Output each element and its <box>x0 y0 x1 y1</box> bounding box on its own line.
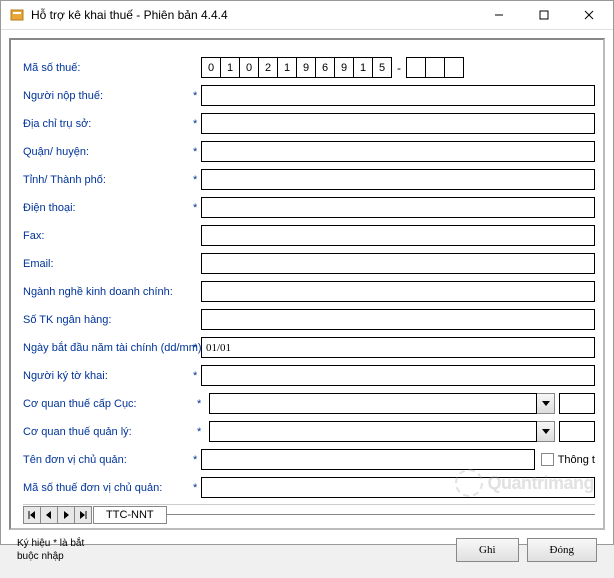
footer: Ký hiệu * là bắt buộc nhập Ghi Đóng <box>9 530 605 570</box>
phone-input[interactable] <box>201 197 595 218</box>
minimize-button[interactable] <box>476 1 521 29</box>
parenttax-label: Mã số thuế đơn vị chủ quản: <box>23 482 193 494</box>
content-area: Mã số thuế: 0 1 0 2 1 9 6 9 1 5 - <box>1 30 613 578</box>
taxpayer-input[interactable] <box>201 85 595 106</box>
tax-digit[interactable]: 1 <box>277 57 297 78</box>
phone-label: Điện thoại: <box>23 202 193 214</box>
fax-input[interactable] <box>201 225 595 246</box>
taxmgmt-combo[interactable] <box>209 421 537 442</box>
taxpayer-label: Người nộp thuế: <box>23 90 193 102</box>
tab-ttc-nnt[interactable]: TTC-NNT <box>93 506 167 524</box>
form-panel: Mã số thuế: 0 1 0 2 1 9 6 9 1 5 - <box>9 38 605 530</box>
taxmgmt-label: Cơ quan thuế quản lý: <box>23 426 193 438</box>
taxdept-label: Cơ quan thuế cấp Cục: <box>23 398 193 410</box>
signer-label: Người ký tờ khai: <box>23 370 193 382</box>
district-label: Quận/ huyện: <box>23 146 193 158</box>
business-label: Ngành nghề kinh doanh chính: <box>23 286 193 298</box>
app-icon <box>9 7 25 23</box>
fiscal-input[interactable] <box>201 337 595 358</box>
bank-label: Số TK ngân hàng: <box>23 314 193 326</box>
tax-digit[interactable]: 9 <box>334 57 354 78</box>
parent-label: Tên đơn vị chủ quản: <box>23 454 193 466</box>
tax-ext-digit[interactable] <box>425 57 445 78</box>
window-title: Hỗ trợ kê khai thuế - Phiên bản 4.4.4 <box>31 8 476 22</box>
tax-digit[interactable]: 0 <box>239 57 259 78</box>
tab-nav-prev[interactable] <box>40 506 58 524</box>
tax-code-main: 0 1 0 2 1 9 6 9 1 5 <box>201 57 392 78</box>
province-input[interactable] <box>201 169 595 190</box>
tab-strip: TTC-NNT <box>23 504 595 524</box>
parent-input[interactable] <box>201 449 535 470</box>
parenttax-input[interactable] <box>201 477 595 498</box>
taxmgmt-extra-box[interactable] <box>559 421 595 442</box>
address-input[interactable] <box>201 113 595 134</box>
tax-code-row: Mã số thuế: 0 1 0 2 1 9 6 9 1 5 - <box>23 54 595 81</box>
tax-ext-digit[interactable] <box>444 57 464 78</box>
parent-checkbox[interactable] <box>541 453 554 466</box>
required-note: Ký hiệu * là bắt buộc nhập <box>17 537 448 563</box>
tax-digit[interactable]: 6 <box>315 57 335 78</box>
tax-digit[interactable]: 1 <box>220 57 240 78</box>
tax-digit[interactable]: 9 <box>296 57 316 78</box>
titlebar: Hỗ trợ kê khai thuế - Phiên bản 4.4.4 <box>1 1 613 30</box>
taxmgmt-dropdown-button[interactable] <box>537 421 555 442</box>
tax-code-label: Mã số thuế: <box>23 62 193 74</box>
taxdept-combo[interactable] <box>209 393 537 414</box>
signer-input[interactable] <box>201 365 595 386</box>
tab-nav-next[interactable] <box>57 506 75 524</box>
tab-nav-last[interactable] <box>74 506 92 524</box>
tax-digit[interactable]: 2 <box>258 57 278 78</box>
address-label: Địa chỉ trụ sở: <box>23 118 193 130</box>
taxdept-extra-box[interactable] <box>559 393 595 414</box>
email-label: Email: <box>23 258 193 270</box>
business-input[interactable] <box>201 281 595 302</box>
taxdept-dropdown-button[interactable] <box>537 393 555 414</box>
tax-digit[interactable]: 1 <box>353 57 373 78</box>
tax-digit[interactable]: 0 <box>201 57 221 78</box>
fax-label: Fax: <box>23 230 193 242</box>
save-button[interactable]: Ghi <box>456 538 519 562</box>
tax-ext-digit[interactable] <box>406 57 426 78</box>
district-input[interactable] <box>201 141 595 162</box>
app-window: Hỗ trợ kê khai thuế - Phiên bản 4.4.4 Mã… <box>0 0 614 545</box>
tax-digit[interactable]: 5 <box>372 57 392 78</box>
close-button[interactable] <box>566 1 611 29</box>
bank-input[interactable] <box>201 309 595 330</box>
province-label: Tỉnh/ Thành phố: <box>23 174 193 186</box>
tab-nav-first[interactable] <box>23 506 41 524</box>
tax-code-ext <box>406 57 464 78</box>
email-input[interactable] <box>201 253 595 274</box>
parent-checkbox-label: Thông t <box>558 454 595 466</box>
close-form-button[interactable]: Đóng <box>527 538 597 562</box>
maximize-button[interactable] <box>521 1 566 29</box>
tax-dash: - <box>392 61 406 75</box>
